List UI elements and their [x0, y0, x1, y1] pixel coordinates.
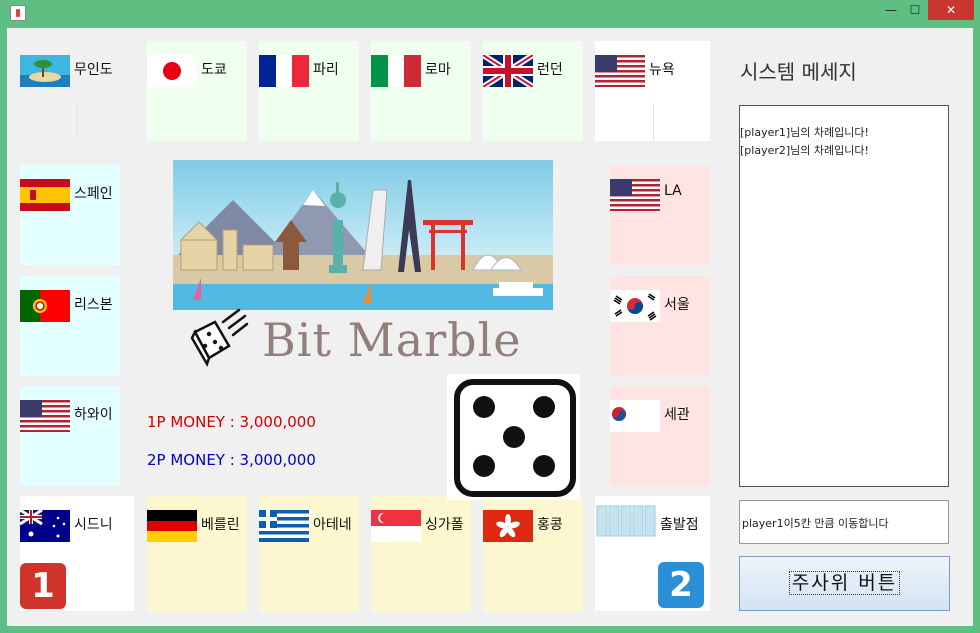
- singapore-flag: [371, 510, 421, 542]
- cell-label: 스페인: [74, 186, 113, 202]
- game-client-area: 무인도 도쿄 파리 로마 런던 뉴욕 스페인 리스본 하와이 LA 서울 세관 …: [7, 28, 973, 626]
- board-cell-london: 런던: [483, 41, 583, 141]
- australia-flag: [20, 510, 70, 542]
- status-message-field[interactable]: player1이5칸 만큼 이동합니다: [739, 500, 949, 544]
- system-message-log[interactable]: [player1]님의 차례입니다! [player2]님의 차례입니다!: [739, 105, 949, 487]
- board-cell-lisbon: 리스본: [20, 276, 120, 376]
- island-icon: [20, 55, 70, 87]
- board-cell-berlin: 베를린: [147, 496, 247, 611]
- player2-token: 2: [658, 562, 704, 608]
- board-cell-start: 출발점 2: [595, 496, 710, 611]
- cell-label: 하와이: [74, 407, 113, 423]
- roll-dice-button-label: 주사위 버튼: [788, 571, 901, 595]
- cell-label: 리스본: [74, 297, 113, 313]
- player1-token: 1: [20, 563, 66, 609]
- cell-label: 뉴욕: [649, 62, 675, 78]
- cell-label: 로마: [425, 62, 451, 78]
- board-cell-spain: 스페인: [20, 165, 120, 265]
- board-cell-hongkong: 홍콩: [483, 496, 583, 611]
- board-cell-rome: 로마: [371, 41, 471, 141]
- uk-flag: [483, 55, 533, 87]
- throwing-dice-icon: [190, 308, 249, 368]
- usa-flag: [595, 55, 645, 87]
- log-line: [player1]님의 차례입니다!: [740, 126, 869, 139]
- board-cell-la: LA: [610, 165, 710, 265]
- cell-label: 서울: [664, 297, 690, 313]
- portugal-flag: [20, 290, 70, 322]
- greece-flag: [259, 510, 309, 542]
- game-window: — ☐ ✕ 무인도 도쿄 파리 로마 런던 뉴욕 스페인 리스본 하와이 LA …: [0, 0, 980, 633]
- roll-dice-button[interactable]: 주사위 버튼: [739, 556, 950, 611]
- board-cell-tokyo: 도쿄: [147, 41, 247, 141]
- java-cup-icon: [10, 5, 26, 21]
- cell-label: 도쿄: [201, 62, 227, 78]
- france-flag: [259, 55, 309, 87]
- japan-flag: [147, 55, 197, 87]
- cell-label: 런던: [537, 62, 563, 78]
- board-cell-paris: 파리: [259, 41, 359, 141]
- minimize-button[interactable]: —: [880, 0, 902, 20]
- maximize-button[interactable]: ☐: [904, 0, 926, 20]
- start-icon: [596, 505, 656, 537]
- cell-label: 베를린: [201, 517, 240, 533]
- board-cell-hawaii: 하와이: [20, 386, 120, 486]
- cell-label: 시드니: [74, 517, 113, 533]
- player1-money: 1P MONEY : 3,000,000: [147, 413, 316, 431]
- cell-label: 아테네: [313, 517, 352, 533]
- cell-label: 출발점: [660, 517, 699, 533]
- cell-label: 무인도: [74, 62, 113, 78]
- board-cell-newyork: 뉴욕: [595, 41, 710, 141]
- dice-face: [447, 374, 580, 500]
- board-cell-athens: 아테네: [259, 496, 359, 611]
- player2-money: 2P MONEY : 3,000,000: [147, 451, 316, 469]
- board-cell-customs: 세관: [610, 386, 710, 486]
- cell-label: 싱가폴: [425, 517, 464, 533]
- title-bar: — ☐ ✕: [0, 0, 980, 26]
- board-cell-singapore: 싱가폴: [371, 496, 471, 611]
- cell-label: 파리: [313, 62, 339, 78]
- cell-label: 홍콩: [537, 517, 563, 533]
- game-title: Bit Marble: [262, 313, 522, 367]
- germany-flag: [147, 510, 197, 542]
- close-button[interactable]: ✕: [928, 0, 974, 20]
- nts-logo: [610, 400, 660, 432]
- hongkong-flag: [483, 510, 533, 542]
- cell-label: LA: [664, 183, 682, 199]
- system-message-title: 시스템 메세지: [740, 60, 857, 84]
- italy-flag: [371, 55, 421, 87]
- spain-flag: [20, 179, 70, 211]
- korea-flag: [610, 290, 660, 322]
- board-cell-seoul: 서울: [610, 276, 710, 376]
- usa-flag: [20, 400, 70, 432]
- board-cell-island: 무인도: [20, 41, 120, 141]
- board-cell-sydney: 시드니 1: [20, 496, 134, 611]
- log-line: [player2]님의 차례입니다!: [740, 144, 869, 157]
- world-landmarks-banner: [173, 160, 553, 310]
- usa-flag: [610, 179, 660, 211]
- cell-label: 세관: [664, 407, 690, 423]
